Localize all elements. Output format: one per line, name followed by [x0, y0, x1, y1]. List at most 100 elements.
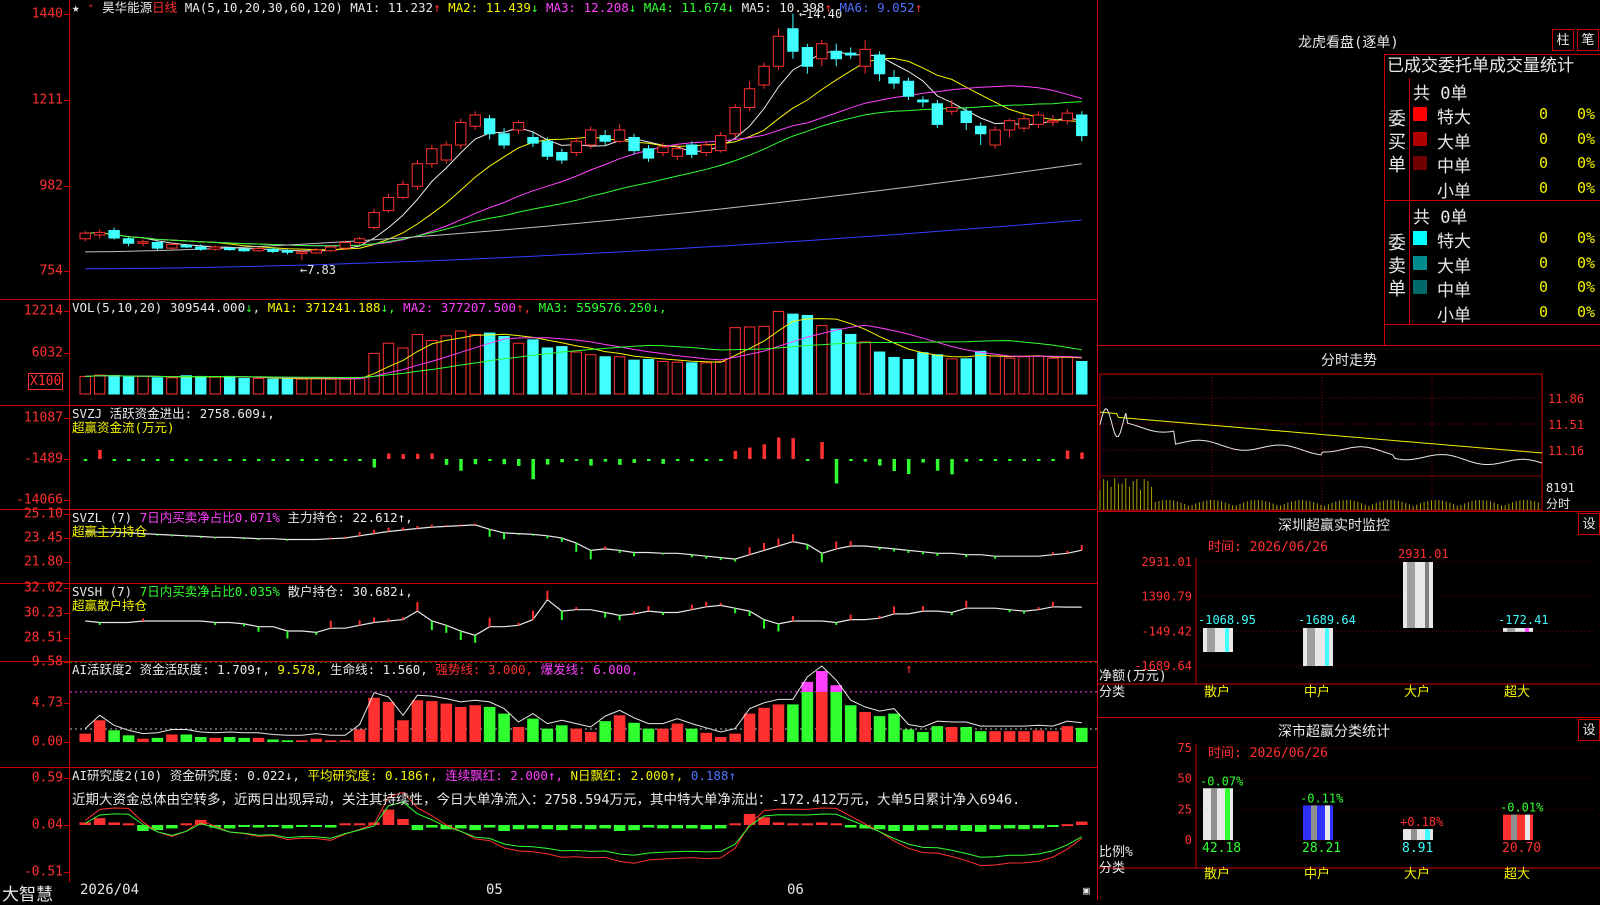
vol-bar — [122, 376, 135, 395]
yjd-bar — [223, 825, 236, 829]
buy-bottom-line — [1385, 200, 1600, 201]
fltj-chart[interactable]: 75 50 25 0 比例%分类 -0.07% 42.18 散户 -0.11% 28.21 中户 +0… — [1098, 718, 1600, 900]
svzl-text: 主力持仓: 22.612↑, — [287, 510, 413, 525]
hyd-bar — [1061, 726, 1074, 742]
candle-body — [440, 144, 452, 161]
hyd-bar — [758, 707, 770, 742]
hyd-header: AI活跃度2 资金活跃度: 1.709↑, 9.578, 生命线: 1.560,… — [72, 662, 638, 678]
hyd-bar — [180, 734, 193, 742]
hyd-bar — [454, 706, 467, 742]
fltj-panel[interactable]: 深市超赢分类统计 设 时间: 2026/06/26 75 50 25 0 比例% 分类 -0… — [1098, 718, 1600, 900]
svzj-bar — [329, 458, 333, 461]
lock-icon[interactable]: ▣ — [1083, 884, 1090, 897]
bar-mode-button[interactable]: 柱 — [1552, 29, 1574, 51]
fltj-top-label: -0.07% — [1200, 774, 1244, 788]
yjd-bar — [397, 819, 409, 825]
svzl-plot[interactable]: SVZL (7) 7日内买卖净占比0.071% 主力持仓: 22.612↑, 超… — [70, 510, 1097, 583]
szjk-panel[interactable]: 深圳超赢实时监控 设 时间: 2026/06/26 2931.01 1390.79… — [1098, 512, 1600, 718]
svzj-bar — [964, 458, 969, 462]
price-plot[interactable]: ←14.40 ←7.83 ★ ⁺ 昊华能源日线 MA(5,10,20,30,60,… — [70, 0, 1097, 299]
sell-row-value: 0 — [1539, 253, 1549, 272]
hyd-bar — [339, 740, 351, 742]
szjk-bar-edge — [1325, 627, 1329, 666]
ax-vol-tick: 12214 — [23, 303, 63, 319]
main-chart-area[interactable]: 1440 1211 982 754 ←14.40 ←7.83 ★ ⁺ 昊华能源日线 MA… — [0, 0, 1097, 905]
vol-plot[interactable]: VOL(5,10,20) 309544.000 ↓, MA1: 371241.18… — [70, 300, 1097, 405]
period-label[interactable]: 日线 — [152, 0, 177, 15]
hyd-name: AI活跃度2 — [72, 662, 133, 677]
svzj-bar — [387, 453, 391, 459]
hyd-bar — [960, 726, 973, 742]
hyd-plot[interactable]: AI活跃度2 资金活跃度: 1.709↑, 9.578, 生命线: 1.560,… — [70, 662, 1097, 767]
star-icon[interactable]: ★ — [72, 0, 80, 15]
yjd-bar — [772, 822, 785, 825]
vol-bar — [252, 377, 265, 395]
hyd-bar — [917, 731, 929, 742]
buy-row-pct: 0% — [1577, 178, 1596, 197]
tick-mode-button[interactable]: 笔 — [1577, 29, 1599, 51]
svzj-bar — [531, 458, 535, 480]
pin-icon[interactable]: ⁺ — [87, 0, 95, 15]
svzj-panel[interactable]: 11087 -1489 -14066 SVZJ 活跃资金进出: 2758.609↓,… — [0, 406, 1097, 510]
buy-row-label: 大单 — [1437, 132, 1471, 153]
vol-bar — [902, 358, 915, 395]
hyd-bar — [657, 728, 669, 742]
buy-legend-swatch — [1413, 180, 1427, 195]
candle-body — [873, 54, 886, 75]
ax-svzl-tick: 23.45 — [23, 530, 63, 546]
lhkp-panel[interactable]: 龙虎看盘(逐单) 柱 笔 已成交委托单成交量统计 委买单共 0单 特大 0 0% 大单 0… — [1098, 0, 1600, 346]
price-panel[interactable]: 1440 1211 982 754 ←14.40 ←7.83 ★ ⁺ 昊华能源日线 MA… — [0, 0, 1097, 300]
szjk-chart[interactable]: 2931.01 1390.79 -149.42 -1689.64 净额(万元)分类 -10… — [1098, 512, 1600, 718]
candle-body — [801, 47, 814, 67]
ax-svzl-tick-mark — [64, 538, 69, 539]
yjd-chart[interactable] — [70, 768, 1097, 882]
ax-hyd-tick-mark — [64, 662, 69, 663]
vol-bar — [946, 358, 958, 395]
lhkp-tabs[interactable]: 已成交委托单成交量统计 — [1384, 54, 1600, 78]
yjd-bar — [324, 825, 337, 828]
vol-bar — [686, 362, 698, 395]
svzj-axis: 11087 -1489 -14066 — [0, 406, 70, 509]
stock-name[interactable]: 昊华能源 — [102, 0, 152, 15]
fltj-ylabel: 比例% — [1099, 845, 1133, 860]
svsh-plot[interactable]: SVSH (7) 7日内买卖净占比0.035% 散户持仓: 30.682↓, 超… — [70, 584, 1097, 661]
hyd-bar — [1003, 731, 1016, 742]
ax-svsh-tick-mark — [64, 588, 69, 589]
szjk-bar-shade — [1407, 562, 1415, 628]
yjd-panel[interactable]: 0.59 0.04 -0.51 AI研究度2(10) 资金研究度: 0.022↓, … — [0, 768, 1097, 882]
candle-body — [512, 122, 525, 131]
hyd-bar — [888, 713, 900, 742]
candle-body — [917, 99, 929, 103]
candle-body — [700, 144, 712, 153]
hyd-bar — [194, 736, 207, 742]
fszs-panel[interactable]: 分时走势 11.86 11.51 11.16 8191 分时 — [1098, 346, 1600, 512]
ax-svzj-tick: -1489 — [23, 451, 63, 467]
fszs-chart[interactable]: 11.86 11.51 11.16 8191 分时 — [1098, 372, 1600, 512]
vol-bar — [469, 333, 481, 395]
svzj-bar — [1065, 450, 1070, 459]
vol-bar — [613, 356, 626, 395]
candle-body — [483, 118, 496, 135]
hyd-panel[interactable]: 9.58 4.73 0.00 AI活跃度2 资金活跃度: 1.709↑, 9.578… — [0, 655, 1097, 768]
svzj-bar — [502, 458, 507, 465]
candle-body — [931, 103, 944, 125]
yjd-plot[interactable]: AI研究度2(10) 资金研究度: 0.022↓, 平均研究度: 0.186↑,… — [70, 768, 1097, 882]
price-chart[interactable]: ←14.40←7.83 — [70, 0, 1097, 300]
svsh-panel[interactable]: 32.02 30.23 28.51 SVSH (7) 7日内买卖净占比0.035% … — [0, 581, 1097, 662]
vol-bar — [325, 378, 337, 395]
svzj-plot[interactable]: SVZJ 活跃资金进出: 2758.609↓, 超赢资金流(万元) — [70, 406, 1097, 509]
yjd-bar — [729, 823, 741, 826]
brand-label[interactable]: 大智慧 — [2, 880, 53, 905]
vol-panel[interactable]: 12214 6032 X100 VOL(5,10,20) 309544.000 ↓, … — [0, 300, 1097, 406]
svzl-panel[interactable]: 25.10 23.45 21.80 SVZL (7) 7日内买卖净占比0.071% … — [0, 507, 1097, 584]
hyd-bar — [671, 723, 684, 742]
low-mark: ←7.83 — [300, 263, 336, 277]
candle-body — [772, 35, 785, 67]
candle-body — [108, 230, 120, 239]
fszs-avg-line — [1099, 411, 1543, 454]
vol-bar — [108, 375, 120, 395]
hyd-bar — [267, 739, 279, 742]
hyd-bar — [296, 740, 308, 742]
hyd-bar — [556, 725, 568, 742]
yjd-bar — [483, 825, 496, 828]
